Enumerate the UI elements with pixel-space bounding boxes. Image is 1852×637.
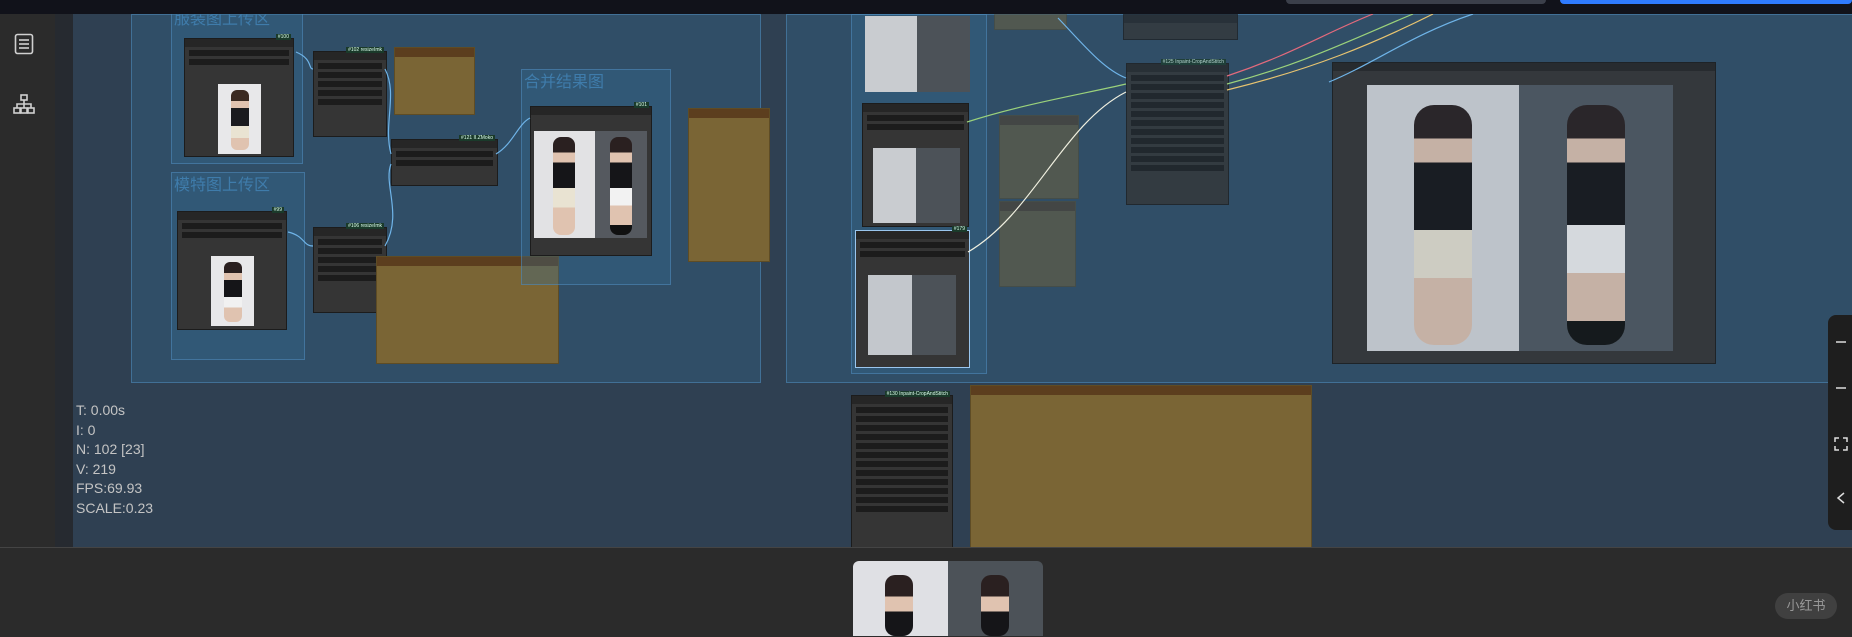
top-search-input[interactable] [1286, 0, 1546, 4]
stat-time: T: 0.00s [76, 402, 126, 418]
queue-list-icon[interactable] [12, 32, 36, 56]
node-library-icon[interactable] [12, 92, 36, 116]
zoom-out-icon[interactable] [1834, 381, 1848, 395]
zoom-in-icon[interactable] [1834, 335, 1848, 349]
watermark-logo: 小红书 [1775, 593, 1837, 619]
left-sidebar [0, 14, 56, 547]
stat-nodes: N: 102 [23] [76, 441, 145, 457]
queue-button[interactable] [1560, 0, 1852, 4]
collapse-icon[interactable] [1834, 491, 1848, 505]
canvas-controls [1828, 315, 1852, 530]
fit-view-icon[interactable] [1834, 437, 1848, 451]
node-canvas[interactable]: 服装图上传区 #100 模特图上传区 #99 #102 resizeImk #1… [73, 14, 1852, 547]
stat-v: V: 219 [76, 460, 116, 477]
output-thumbnail[interactable] [853, 561, 1043, 636]
canvas-stats: T: 0.00s I: 0 N: 102 [23] V: 219 FPS:69.… [76, 401, 153, 518]
top-bar [0, 0, 1852, 14]
stat-i: I: 0 [76, 421, 96, 438]
stat-fps: FPS:69.93 [76, 480, 143, 496]
stat-scale: SCALE:0.23 [76, 499, 154, 516]
canvas-edge [55, 14, 73, 547]
node-links [287, 14, 1474, 253]
